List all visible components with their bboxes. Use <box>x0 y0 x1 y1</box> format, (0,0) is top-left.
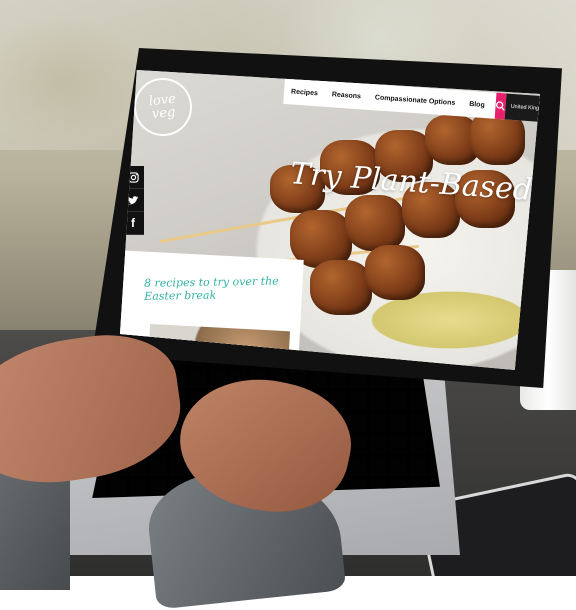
logo-text: love veg <box>148 91 177 123</box>
card-title[interactable]: 8 recipes to try over the Easter break <box>144 274 294 303</box>
tofu-chunk <box>310 260 372 315</box>
nav-item-recipes[interactable]: Recipes <box>284 87 325 97</box>
nav-item-compassionate-options[interactable]: Compassionate Options <box>368 93 463 107</box>
tofu-chunk <box>365 245 425 300</box>
laptop-screen: love veg Recipes Reasons Compassionate O… <box>120 70 540 370</box>
region-selector[interactable]: United Kingdom ⌄ <box>504 93 540 124</box>
nav-item-reasons[interactable]: Reasons <box>325 90 369 100</box>
tofu-chunk <box>345 195 405 251</box>
nav-item-blog[interactable]: Blog <box>462 100 492 109</box>
region-label: United Kingdom <box>510 103 540 113</box>
